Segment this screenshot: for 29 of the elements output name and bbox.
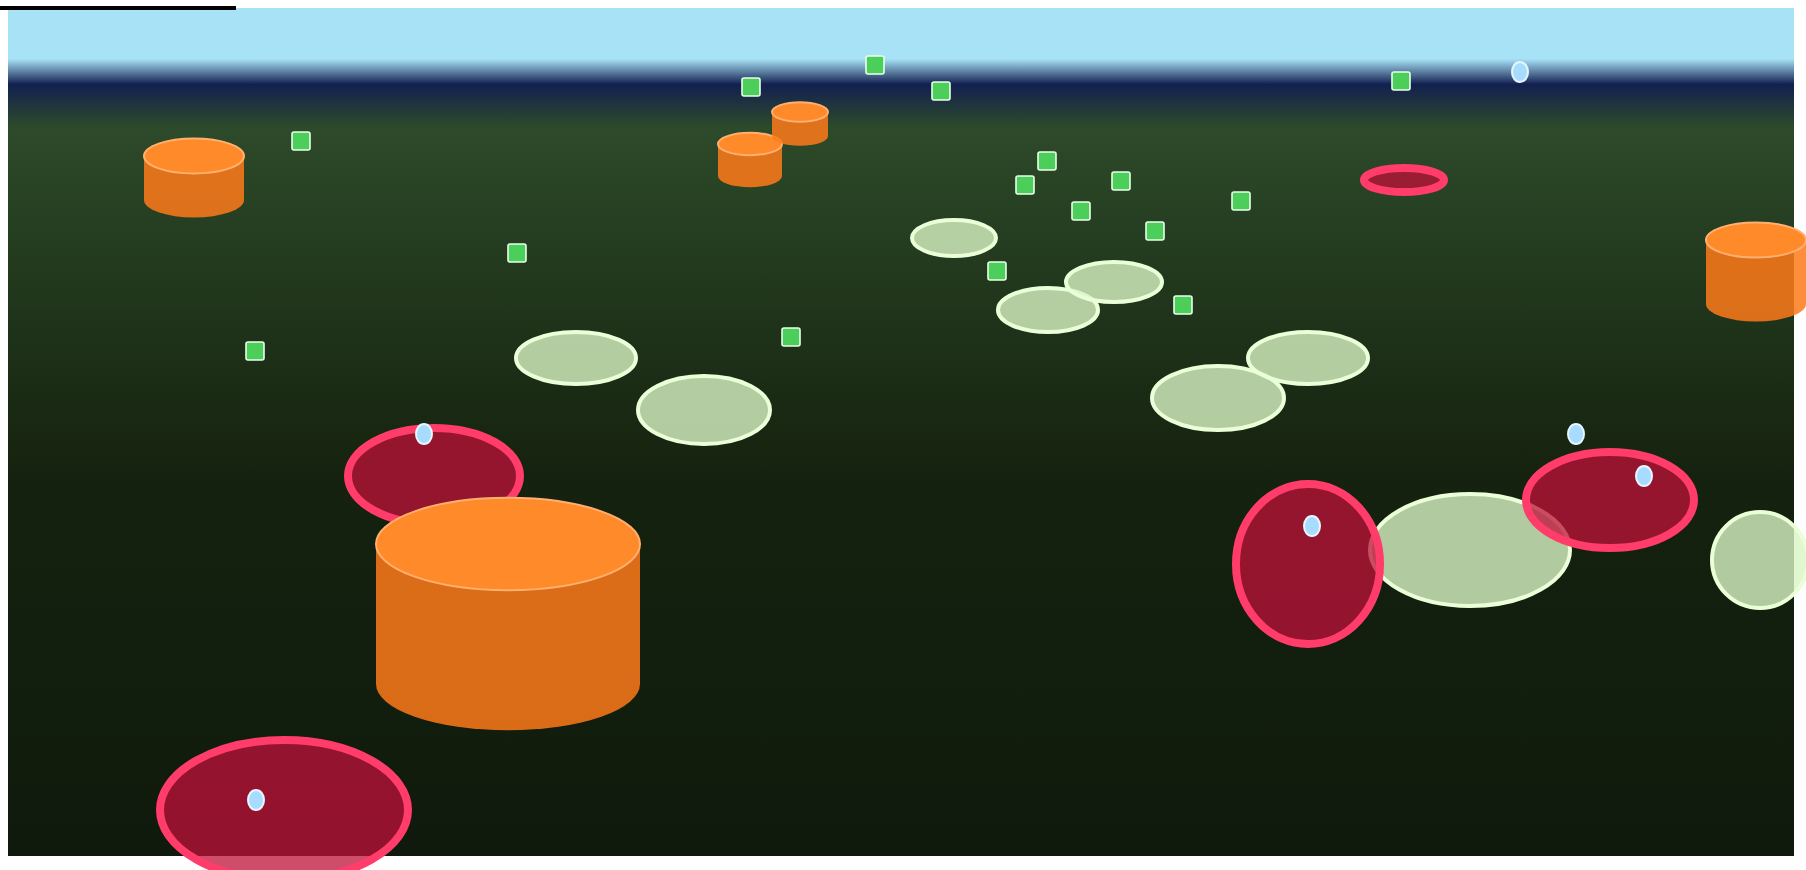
pin-icon[interactable] (1511, 61, 1529, 83)
station-icon[interactable] (865, 55, 885, 75)
pin-icon[interactable] (1303, 515, 1321, 537)
zone-ellipse (1246, 330, 1370, 386)
pin-icon[interactable] (415, 423, 433, 445)
station-icon[interactable] (1391, 71, 1411, 91)
pin-icon[interactable] (1567, 423, 1585, 445)
station-icon[interactable] (741, 77, 761, 97)
pin-icon[interactable] (247, 789, 265, 811)
station-icon[interactable] (507, 243, 527, 263)
zone-ellipse (1150, 364, 1286, 432)
pin-icon[interactable] (1635, 465, 1653, 487)
station-icon[interactable] (781, 327, 801, 347)
cylinder-drawing (1705, 221, 1806, 322)
zone-ellipse (636, 374, 772, 446)
station-icon[interactable] (291, 131, 311, 151)
zone-ellipse (996, 286, 1100, 334)
alert-ellipse (1360, 164, 1448, 196)
zone-ellipse (1064, 260, 1164, 304)
station-icon[interactable] (245, 341, 265, 361)
cylinder-drawing (717, 131, 783, 188)
station-icon[interactable] (987, 261, 1007, 281)
station-icon[interactable] (1173, 295, 1193, 315)
station-icon[interactable] (1231, 191, 1251, 211)
station-icon[interactable] (1145, 221, 1165, 241)
zone-ellipse (514, 330, 638, 386)
station-icon[interactable] (931, 81, 951, 101)
cylinder-drawing (143, 137, 245, 218)
cylinder-drawing (771, 101, 829, 146)
